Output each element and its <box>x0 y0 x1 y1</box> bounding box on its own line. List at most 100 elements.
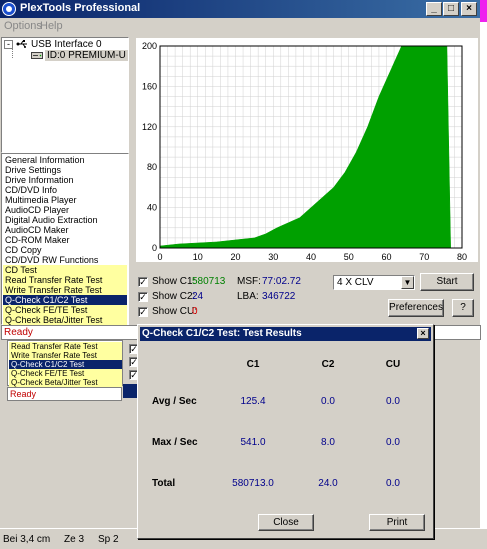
row-label-max: Max / Sec <box>152 437 198 448</box>
max-c2: 8.0 <box>321 437 335 448</box>
window-title: PlexTools Professional <box>20 2 141 14</box>
x-tick-label: 10 <box>193 252 203 262</box>
status-column: Sp 2 <box>98 534 119 545</box>
background-list-item: Q-Check C1/C2 Test <box>9 360 122 369</box>
function-list: General Information Drive Settings Drive… <box>1 153 129 325</box>
dialog-print-button[interactable]: Print <box>369 514 425 531</box>
function-item-qcheck-fete[interactable]: Q-Check FE/TE Test <box>3 305 127 315</box>
y-tick-label: 80 <box>147 162 157 172</box>
minimize-button[interactable]: _ <box>426 2 442 16</box>
start-button[interactable]: Start <box>420 273 474 291</box>
dialog-title: Q-Check C1/C2 Test: Test Results <box>142 328 302 339</box>
c1-count: 580713 <box>192 276 226 287</box>
chart-svg: 0 10 20 30 40 50 60 70 80 0 40 80 120 160 200 <box>142 41 467 262</box>
function-item[interactable]: General Information <box>3 155 127 165</box>
col-header-c1: C1 <box>246 359 260 370</box>
menu-bar: Options Help <box>0 18 480 36</box>
avg-c1: 125.4 <box>240 396 266 407</box>
usb-icon <box>16 39 28 49</box>
x-tick-label: 20 <box>230 252 240 262</box>
show-cu-label: Show CU: <box>152 306 198 317</box>
background-list-item: Q-Check Beta/Jitter Test <box>9 378 122 387</box>
preferences-button[interactable]: Preferences <box>388 299 444 317</box>
function-item-write-transfer[interactable]: Write Transfer Rate Test <box>3 285 127 295</box>
max-cu: 0.0 <box>386 437 400 448</box>
y-tick-label: 120 <box>142 122 157 132</box>
tree-drive-premium[interactable]: ID:0 PREMIUM-U <box>45 50 128 61</box>
x-tick-label: 60 <box>381 252 391 262</box>
drive-icon <box>31 51 43 60</box>
close-button[interactable]: × <box>461 2 477 16</box>
tree-usb-interface[interactable]: USB Interface 0 <box>31 39 102 50</box>
show-c1-label: Show C1: <box>152 276 196 287</box>
background-list-item: Write Transfer Rate Test <box>9 351 122 360</box>
function-item[interactable]: CD-ROM Maker <box>3 235 127 245</box>
lba-label: LBA: <box>237 291 259 302</box>
speed-select[interactable]: 4 X CLV ▼ <box>333 275 415 290</box>
status-line: Ze 3 <box>64 534 85 545</box>
msf-value: 77:02.72 <box>262 276 301 287</box>
x-tick-label: 70 <box>419 252 429 262</box>
y-tick-label: 40 <box>147 203 157 213</box>
plextools-app-icon <box>2 2 16 16</box>
show-c1-checkbox[interactable]: ✓ <box>138 277 148 287</box>
dropdown-arrow-icon[interactable]: ▼ <box>401 276 414 289</box>
background-status: Ready <box>7 387 122 401</box>
function-item[interactable]: Multimedia Player <box>3 195 127 205</box>
function-item-cd-test[interactable]: CD Test <box>3 265 127 275</box>
y-tick-label: 0 <box>152 243 157 253</box>
msf-label: MSF: <box>237 276 261 287</box>
row-label-total: Total <box>152 478 176 489</box>
background-function-list: Read Transfer Rate Test Write Transfer R… <box>7 340 123 387</box>
function-item[interactable]: CD/DVD RW Functions <box>3 255 127 265</box>
function-item[interactable]: CD/DVD Info <box>3 185 127 195</box>
dialog-close-icon[interactable]: × <box>417 328 429 339</box>
function-item-read-transfer[interactable]: Read Transfer Rate Test <box>3 275 127 285</box>
title-bar: PlexTools Professional _ □ × <box>0 0 480 18</box>
lba-value: 346722 <box>262 291 296 302</box>
avg-c2: 0.0 <box>321 396 335 407</box>
y-tick-label: 160 <box>142 81 157 91</box>
x-tick-label: 80 <box>457 252 467 262</box>
function-item-qcheck-beta-jitter[interactable]: Q-Check Beta/Jitter Test <box>3 315 127 325</box>
x-tick-label: 0 <box>157 252 162 262</box>
show-cu-checkbox[interactable]: ✓ <box>138 307 148 317</box>
max-c1: 541.0 <box>240 437 266 448</box>
function-item[interactable]: AudioCD Maker <box>3 225 127 235</box>
avg-cu: 0.0 <box>386 396 400 407</box>
maximize-button[interactable]: □ <box>443 2 459 16</box>
function-item-qcheck-c1c2[interactable]: Q-Check C1/C2 Test <box>3 295 127 305</box>
x-tick-label: 30 <box>268 252 278 262</box>
background-list-item: Read Transfer Rate Test <box>9 342 122 351</box>
status-position: Bei 3,4 cm <box>3 534 51 545</box>
function-item[interactable]: AudioCD Player <box>3 205 127 215</box>
total-cu: 0.0 <box>386 478 400 489</box>
tree-connector <box>12 48 13 58</box>
c2-count: 24 <box>192 291 204 302</box>
x-tick-label: 40 <box>306 252 316 262</box>
test-results-dialog: Q-Check C1/C2 Test: Test Results × C1 C2… <box>137 324 434 539</box>
help-button[interactable]: ? <box>452 299 474 317</box>
col-header-cu: CU <box>385 359 401 370</box>
row-label-avg: Avg / Sec <box>152 396 197 407</box>
menu-help[interactable]: Help <box>40 20 63 32</box>
background-list-item: Q-Check FE/TE Test <box>9 369 122 378</box>
cu-count: 0 <box>192 306 198 317</box>
show-c2-checkbox[interactable]: ✓ <box>138 292 148 302</box>
total-c2: 24.0 <box>318 478 338 489</box>
c1c2-chart: 0 10 20 30 40 50 60 70 80 0 40 80 120 160 200 <box>136 38 478 262</box>
function-item[interactable]: Drive Information <box>3 175 127 185</box>
function-item[interactable]: Drive Settings <box>3 165 127 175</box>
function-item[interactable]: CD Copy <box>3 245 127 255</box>
test-controls: ✓ Show C1: 580713 MSF: 77:02.72 4 X CLV … <box>134 270 480 326</box>
speed-value: 4 X CLV <box>337 277 374 288</box>
col-header-c2: C2 <box>321 359 335 370</box>
background-window-edge <box>480 0 487 22</box>
show-c2-label: Show C2: <box>152 291 196 302</box>
y-tick-label: 200 <box>142 41 157 51</box>
menu-options[interactable]: Options <box>4 20 42 32</box>
dialog-title-bar: Q-Check C1/C2 Test: Test Results × <box>140 327 431 341</box>
dialog-close-button[interactable]: Close <box>258 514 314 531</box>
function-item[interactable]: Digital Audio Extraction <box>3 215 127 225</box>
x-tick-label: 50 <box>344 252 354 262</box>
